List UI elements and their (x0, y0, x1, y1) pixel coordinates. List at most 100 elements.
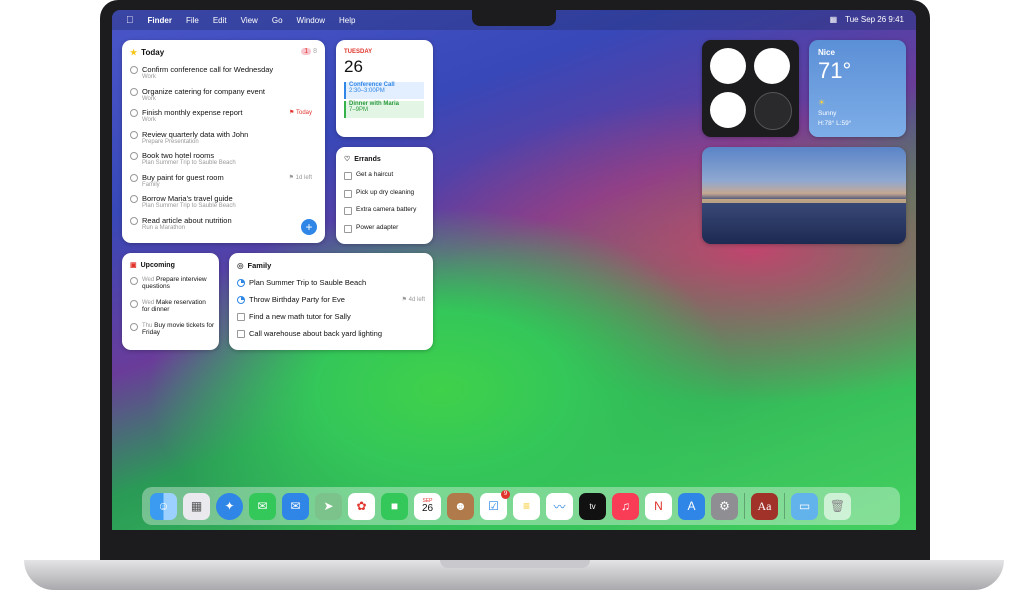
calendar-icon: ▣ (130, 262, 137, 269)
family-widget[interactable]: ◎ Family Plan Summer Trip to Sauble Beac… (229, 253, 433, 350)
safari-icon[interactable]: ✦ (216, 492, 243, 520)
music-icon[interactable]: ♫ (612, 492, 639, 520)
list-item[interactable]: Borrow Maria's travel guide Plan Summer T… (130, 194, 320, 216)
errands-title: Errands (354, 155, 381, 163)
freeform-icon[interactable]: 〰 (546, 492, 573, 520)
due-tag: ⚑ 4d left (401, 297, 425, 303)
weather-condition: Sunny (818, 110, 837, 117)
list-item[interactable]: Organize catering for company event Work (130, 87, 320, 109)
due-tag: ⚑ 1d left (288, 174, 312, 181)
checkbox[interactable] (130, 300, 138, 308)
camera-notch (472, 10, 556, 26)
menu-app-name[interactable]: Finder (148, 16, 172, 25)
contacts-icon[interactable]: ☻ (447, 492, 474, 520)
checkbox[interactable] (344, 224, 352, 233)
app-store-icon[interactable]: A (678, 492, 705, 520)
news-icon[interactable]: N (645, 492, 672, 520)
reminders-icon[interactable]: ☑ 9 (480, 489, 510, 520)
checkbox[interactable] (130, 66, 138, 74)
checkbox[interactable] (130, 87, 138, 96)
star-icon: ★ (130, 48, 138, 57)
list-item[interactable]: Plan Summer Trip to Sauble Beach (237, 278, 427, 295)
checkbox[interactable] (130, 277, 138, 285)
menu-file[interactable]: File (186, 16, 199, 25)
checkbox[interactable] (130, 152, 138, 160)
menu-go[interactable]: Go (272, 16, 283, 25)
weather-widget[interactable]: Nice 71° ☀ Sunny H:78° L:59° (809, 40, 906, 137)
list-item[interactable]: Wed Make reservation for dinner (130, 299, 215, 322)
weather-range: H:78° L:59° (818, 120, 852, 127)
calendar-event[interactable]: Dinner with Maria 7–9PM (344, 101, 424, 118)
downloads-folder-icon[interactable]: ▭ (791, 492, 818, 520)
checkbox[interactable] (344, 172, 352, 180)
flag-today-tag: ⚑ Today (289, 110, 312, 116)
checkbox[interactable] (130, 109, 138, 117)
weather-city: Nice (818, 48, 835, 57)
upcoming-title: Upcoming (140, 261, 175, 269)
list-item[interactable]: Get a haircut (344, 171, 416, 189)
menu-view[interactable]: View (241, 16, 258, 25)
checkbox[interactable] (130, 130, 138, 139)
launchpad-icon[interactable]: ▦ (183, 492, 210, 520)
list-item[interactable]: Call warehouse about back yard lighting (237, 329, 427, 346)
checkbox[interactable] (130, 216, 138, 225)
world-clock-widget[interactable] (702, 40, 799, 137)
list-item[interactable]: Read article about nutrition Run a Marath… (130, 216, 320, 238)
list-item[interactable]: Pick up dry cleaning (344, 189, 416, 207)
calendar-event[interactable]: Conference Call 2:30–3:00PM (344, 82, 424, 99)
checkbox[interactable] (237, 313, 245, 321)
list-item[interactable]: Power adapter (344, 224, 416, 242)
calendar-app-icon[interactable]: SEP 26 (414, 492, 441, 520)
list-item[interactable]: Confirm conference call for Wednesday Wor… (130, 65, 320, 87)
menu-window[interactable]: Window (297, 16, 325, 25)
family-title: Family (247, 261, 272, 270)
errands-widget[interactable]: ♡ Errands Get a haircut Pick up dry clea… (336, 147, 433, 244)
apple-icon[interactable]:  (126, 15, 134, 26)
today-widget[interactable]: ★ Today 1 8 Confirm conference call for … (122, 40, 325, 243)
notes-icon[interactable]: ≡ (513, 492, 540, 520)
checkbox[interactable] (130, 173, 138, 182)
list-item[interactable]: Extra camera battery (344, 206, 416, 224)
calendar-widget[interactable]: TUESDAY 26 Conference Call 2:30–3:00PM D… (336, 40, 433, 137)
photo-widget[interactable] (702, 147, 906, 244)
system-settings-icon[interactable]: ⚙ (711, 492, 738, 520)
maps-icon[interactable]: ➤ (315, 492, 342, 520)
list-item[interactable]: Throw Birthday Party for Eve ⚑ 4d left (237, 295, 427, 312)
add-reminder-button[interactable]: + (301, 219, 317, 235)
messages-icon[interactable]: ✉ (249, 492, 276, 520)
checkbox[interactable] (130, 323, 138, 331)
weather-temp: 71° (818, 58, 852, 83)
clock-face (754, 48, 790, 84)
tv-icon[interactable]: tv (579, 492, 606, 520)
control-center-icon[interactable]: ▦ (830, 15, 838, 24)
list-item[interactable]: Book two hotel rooms Plan Summer Trip to … (130, 151, 320, 173)
menu-datetime[interactable]: Tue Sep 26 9:41 (845, 15, 904, 24)
dock-divider (744, 493, 745, 519)
dictionary-icon[interactable]: Aa (751, 492, 778, 520)
dock-divider (784, 493, 785, 519)
list-item[interactable]: Thu Buy movie tickets for Friday (130, 322, 215, 345)
upcoming-widget[interactable]: ▣ Upcoming Wed Prepare interview questio… (122, 253, 219, 350)
menu-edit[interactable]: Edit (213, 16, 227, 25)
checkbox[interactable] (237, 330, 245, 338)
list-item[interactable]: Find a new math tutor for Sally (237, 312, 427, 329)
list-item[interactable]: Finish monthly expense report Work ⚑ Today (130, 108, 320, 130)
list-icon: ♡ (344, 156, 351, 163)
facetime-icon[interactable]: ■ (381, 492, 408, 520)
desktop:  Finder File Edit View Go Window Help ▦… (112, 10, 916, 530)
checkbox[interactable] (344, 189, 352, 198)
today-count-badge: 1 (301, 48, 312, 55)
checkbox[interactable] (130, 195, 138, 203)
mail-icon[interactable]: ✉ (282, 492, 309, 520)
today-total: 8 (313, 48, 317, 55)
today-title: Today (141, 48, 165, 57)
list-item[interactable]: Buy paint for guest room Family ⚑ 1d left (130, 173, 320, 195)
trash-icon[interactable]: 🗑 (824, 492, 851, 520)
list-item[interactable]: Wed Prepare interview questions (130, 276, 215, 299)
finder-icon[interactable]: ☺ (150, 492, 177, 520)
menu-help[interactable]: Help (339, 16, 355, 25)
photos-icon[interactable]: ✿ (348, 492, 375, 520)
checkbox[interactable] (344, 207, 352, 215)
list-item[interactable]: Review quarterly data with John Prepare P… (130, 130, 320, 152)
group-icon: ◎ (237, 261, 244, 270)
